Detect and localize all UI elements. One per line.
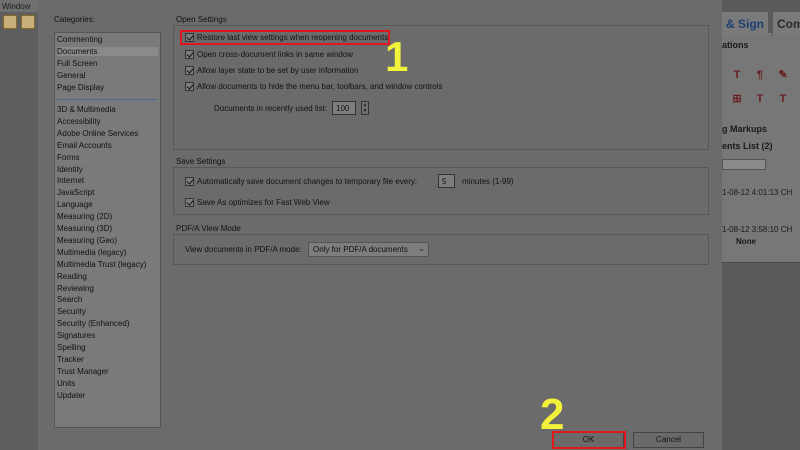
chevron-down-icon: ⌄ — [418, 244, 425, 253]
pencil-tool-icon[interactable]: ✎ — [777, 69, 789, 81]
category-item-accessibility[interactable]: Accessibility — [57, 117, 101, 126]
text-tool-icon[interactable]: T — [731, 69, 743, 81]
comment-timestamp[interactable]: 1-08-12 4:01:13 CH — [722, 188, 792, 197]
tab-comment[interactable]: Comm — [772, 12, 800, 36]
category-item-page-display[interactable]: Page Display — [57, 83, 104, 92]
fast-web-option[interactable]: Save As optimizes for Fast Web View — [185, 198, 330, 207]
category-item-units[interactable]: Units — [57, 379, 75, 388]
cancel-button[interactable]: Cancel — [633, 432, 704, 448]
category-item-commenting[interactable]: Commenting — [57, 35, 102, 44]
category-item-updater[interactable]: Updater — [57, 391, 85, 400]
hide-bars-option[interactable]: Allow documents to hide the menu bar, to… — [185, 82, 442, 91]
open-settings-title: Open Settings — [176, 15, 227, 24]
category-item-security[interactable]: Security — [57, 307, 86, 316]
category-item-language[interactable]: Language — [57, 200, 93, 209]
fast-web-checkbox[interactable] — [185, 198, 194, 207]
category-item-reviewing[interactable]: Reviewing — [57, 284, 94, 293]
category-item-measuring-2d[interactable]: Measuring (2D) — [57, 212, 112, 221]
comment-timestamp[interactable]: 1-08-12 3:58:10 CH — [722, 225, 792, 234]
cross-doc-links-checkbox[interactable] — [185, 50, 194, 59]
layer-state-option[interactable]: Allow layer state to be set by user info… — [185, 66, 358, 75]
highlight-restore-option — [180, 30, 390, 45]
category-item-adobe-online-services[interactable]: Adobe Online Services — [57, 129, 138, 138]
autosave-label: Automatically save document changes to t… — [197, 177, 418, 186]
category-item-measuring-3d[interactable]: Measuring (3D) — [57, 224, 112, 233]
toolbar-app-icon[interactable] — [21, 15, 35, 29]
hide-bars-label: Allow documents to hide the menu bar, to… — [197, 82, 443, 91]
preferences-dialog: Categories: Commenting Documents Full Scre… — [38, 0, 722, 450]
cross-doc-links-option[interactable]: Open cross-document links in same window — [185, 50, 353, 59]
category-item-multimedia-legacy[interactable]: Multimedia (legacy) — [57, 248, 126, 257]
annotations-header[interactable]: ations — [722, 40, 749, 50]
category-item-measuring-geo[interactable]: Measuring (Geo) — [57, 236, 117, 245]
category-item-general[interactable]: General — [57, 71, 85, 80]
category-item-tracker[interactable]: Tracker — [57, 355, 84, 364]
category-item-documents[interactable]: Documents — [57, 46, 158, 56]
pdfa-label: View documents in PDF/A mode: — [185, 245, 302, 254]
category-item-signatures[interactable]: Signatures — [57, 331, 95, 340]
app-left-toolbar — [0, 0, 38, 450]
autosave-option[interactable]: Automatically save document changes to t… — [185, 177, 417, 186]
comments-list-header[interactable]: ents List (2) — [722, 141, 773, 151]
category-item-spelling[interactable]: Spelling — [57, 343, 85, 352]
pdfa-mode-value: Only for PDF/A documents — [313, 245, 408, 254]
menu-window[interactable]: Window — [0, 0, 38, 12]
category-item-security-enhanced[interactable]: Security (Enhanced) — [57, 319, 129, 328]
layer-state-label: Allow layer state to be set by user info… — [197, 66, 359, 75]
category-item-javascript[interactable]: JavaScript — [57, 188, 94, 197]
autosave-minutes-input[interactable]: 5 — [438, 174, 455, 188]
autosave-checkbox[interactable] — [185, 177, 194, 186]
cross-doc-links-label: Open cross-document links in same window — [197, 50, 354, 59]
categories-separator — [57, 99, 157, 100]
category-item-multimedia-trust-legacy[interactable]: Multimedia Trust (legacy) — [57, 260, 146, 269]
categories-list[interactable]: Commenting Documents Full Screen General Pag… — [54, 32, 161, 428]
attach-tool-icon[interactable]: ¶ — [754, 69, 766, 81]
autosave-unit-label: minutes (1-99) — [462, 177, 514, 186]
comment-status: None — [736, 237, 756, 246]
layer-state-checkbox[interactable] — [185, 66, 194, 75]
fast-web-label: Save As optimizes for Fast Web View — [197, 198, 330, 207]
recent-list-stepper[interactable]: ▲ ▼ — [361, 101, 369, 115]
tab-fill-sign[interactable]: & Sign — [722, 12, 768, 36]
category-item-reading[interactable]: Reading — [57, 272, 87, 281]
insert-text-tool-icon[interactable]: T — [777, 93, 789, 105]
hide-bars-checkbox[interactable] — [185, 82, 194, 91]
toolbar-app-icon[interactable] — [3, 15, 17, 29]
pdfa-title: PDF/A View Mode — [176, 224, 241, 233]
comment-search-input[interactable] — [722, 159, 766, 170]
markups-header[interactable]: g Markups — [722, 124, 767, 134]
textbox-tool-icon[interactable]: T — [754, 93, 766, 105]
category-item-forms[interactable]: Forms — [57, 153, 80, 162]
stamp-tool-icon[interactable]: ⊞ — [731, 93, 743, 105]
pdfa-mode-select[interactable]: Only for PDF/A documents ⌄ — [308, 242, 429, 257]
category-item-3d-multimedia[interactable]: 3D & Multimedia — [57, 105, 116, 114]
category-item-search[interactable]: Search — [57, 295, 82, 304]
recent-list-label: Documents in recently used list: — [214, 104, 327, 113]
step-number-2: 2 — [540, 390, 565, 439]
step-number-1: 1 — [385, 33, 409, 80]
category-item-identity[interactable]: Identity — [57, 165, 83, 174]
save-settings-title: Save Settings — [176, 157, 226, 166]
category-item-internet[interactable]: Internet — [57, 176, 84, 185]
category-item-trust-manager[interactable]: Trust Manager — [57, 367, 109, 376]
categories-label: Categories: — [54, 15, 95, 24]
category-item-full-screen[interactable]: Full Screen — [57, 59, 97, 68]
category-item-email-accounts[interactable]: Email Accounts — [57, 141, 112, 150]
recent-list-input[interactable]: 100 — [332, 101, 356, 115]
